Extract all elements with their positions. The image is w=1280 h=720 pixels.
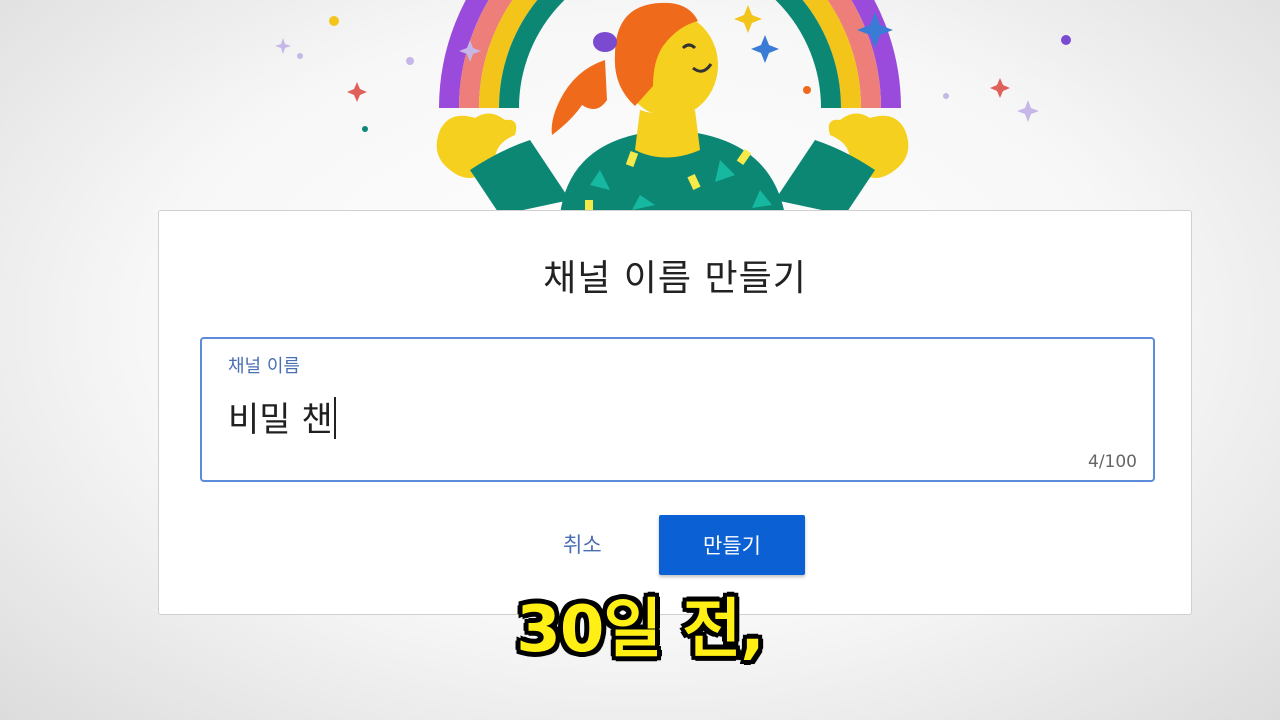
channel-name-field[interactable]: 채널 이름 비밀 챈 4/100 [200,337,1155,482]
video-caption: 30일 전, [516,593,764,667]
channel-name-label: 채널 이름 [228,356,300,377]
create-button[interactable]: 만들기 [659,515,805,575]
character-counter: 4/100 [1088,452,1137,472]
channel-name-value: 비밀 챈 [228,400,333,440]
rainbow-person-icon [275,0,1071,215]
create-channel-dialog: 채널 이름 만들기 채널 이름 비밀 챈 4/100 취소 만들기 [158,210,1192,615]
text-cursor [333,397,336,439]
cancel-button[interactable]: 취소 [563,529,602,559]
dialog-title: 채널 이름 만들기 [543,258,807,299]
channel-name-input[interactable]: 비밀 챈 [228,397,336,442]
